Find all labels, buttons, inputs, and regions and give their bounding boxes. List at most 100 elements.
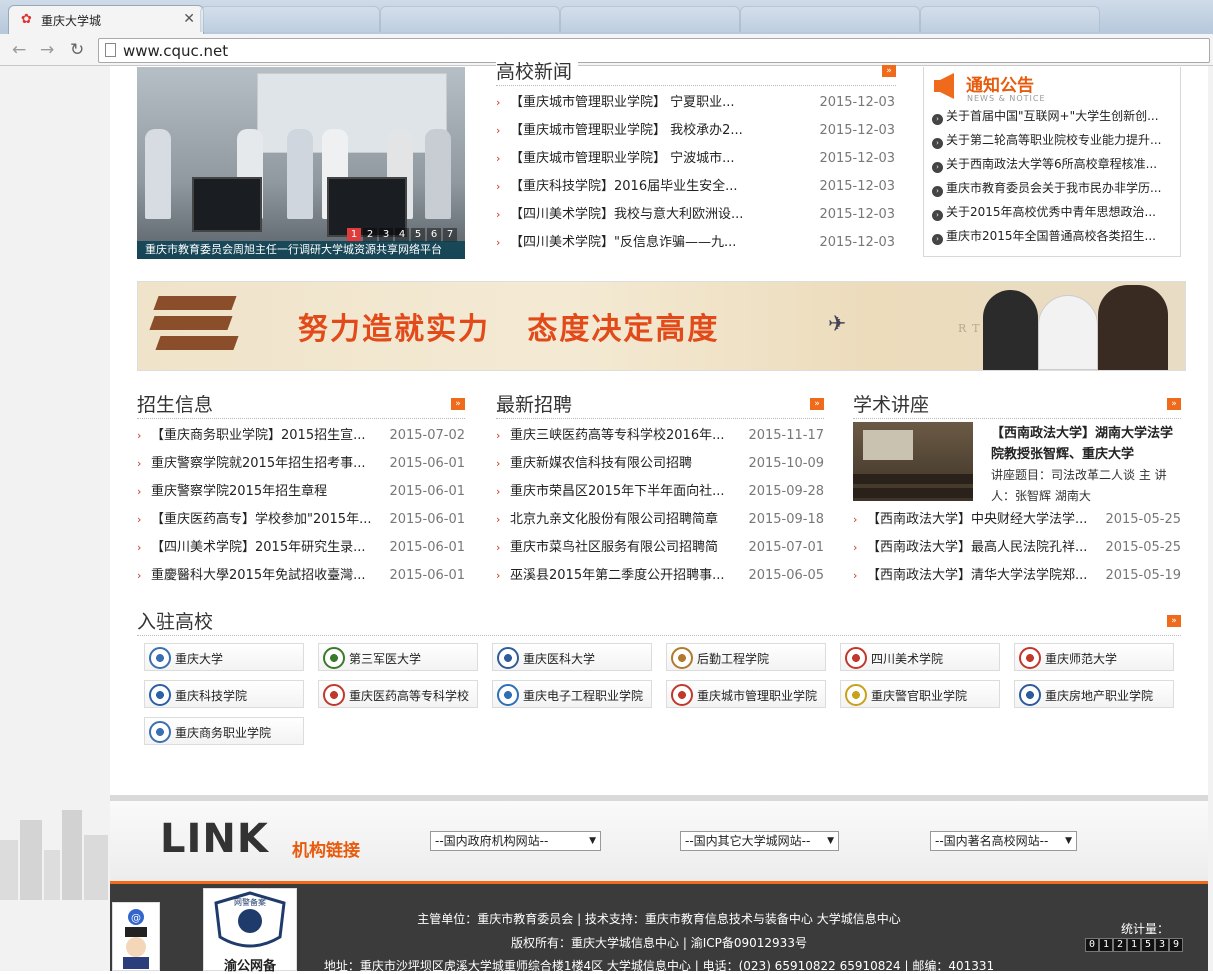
close-tab-icon[interactable]: ✕ bbox=[183, 11, 195, 27]
cyber-police-badge[interactable]: 网警备案 渝公网备 bbox=[203, 888, 297, 974]
list-item[interactable]: › 【西南政法大学】中央财经大学法学... 2015-05-25 bbox=[853, 510, 1181, 530]
notice-title: 通知公告 bbox=[966, 76, 1034, 96]
university-link[interactable]: 后勤工程学院 bbox=[666, 643, 826, 671]
arrow-icon: › bbox=[496, 236, 501, 249]
tab-title: 重庆大学城 bbox=[41, 14, 102, 28]
university-link[interactable]: 第三军医大学 bbox=[318, 643, 478, 671]
bullet-arrow-icon: › bbox=[932, 210, 943, 221]
notice-item[interactable]: › 关于西南政法大学等6所高校章程核准... bbox=[932, 155, 1172, 173]
university-link[interactable]: 四川美术学院 bbox=[840, 643, 1000, 671]
list-item[interactable]: › 【重庆商务职业学院】2015招生宣... 2015-07-02 bbox=[137, 426, 465, 446]
jobs-more-icon[interactable]: » bbox=[810, 398, 824, 410]
slide-page-1[interactable]: 1 bbox=[347, 228, 361, 242]
notice-item[interactable]: › 关于2015年高校优秀中青年思想政治... bbox=[932, 203, 1172, 221]
lectures-title: 学术讲座 bbox=[853, 393, 936, 417]
list-item[interactable]: › 重庆市菜鸟社区服务有限公司招聘简 2015-07-01 bbox=[496, 538, 824, 558]
admissions-more-icon[interactable]: » bbox=[451, 398, 465, 410]
slide-page-2[interactable]: 2 bbox=[363, 228, 377, 242]
university-name: 四川美术学院 bbox=[871, 652, 944, 666]
notice-item[interactable]: › 关于首届中国"互联网+"大学生创新创... bbox=[932, 107, 1172, 125]
arrow-icon: › bbox=[496, 96, 501, 109]
slide-page-4[interactable]: 4 bbox=[395, 228, 409, 242]
background-tab[interactable] bbox=[740, 6, 920, 32]
universities-header: 入驻高校 » bbox=[137, 610, 1181, 636]
lectures-more-icon[interactable]: » bbox=[1167, 398, 1181, 410]
university-link[interactable]: 重庆医科大学 bbox=[492, 643, 652, 671]
other-univ-city-select[interactable]: --国内其它大学城网站-- ▼ bbox=[680, 831, 839, 851]
arrow-icon: › bbox=[496, 541, 501, 554]
jobs-list: › 重庆三峡医药高等专科学校2016年... 2015-11-17 › 重庆新媒农信科… bbox=[496, 426, 824, 586]
slide-page-7[interactable]: 7 bbox=[443, 228, 457, 242]
university-link[interactable]: 重庆警官职业学院 bbox=[840, 680, 1000, 708]
universities-more-icon[interactable]: » bbox=[1167, 615, 1181, 627]
notice-item[interactable]: › 关于第二轮高等职业院校专业能力提升... bbox=[932, 131, 1172, 149]
signpost-arrow bbox=[149, 316, 233, 330]
list-item[interactable]: › 北京九亲文化股份有限公司招聘简章 2015-09-18 bbox=[496, 510, 824, 530]
list-item[interactable]: › 【重庆医药高专】学校参加"2015年... 2015-06-01 bbox=[137, 510, 465, 530]
visit-counter: 0 1 2 1 5 3 9 bbox=[1085, 938, 1183, 952]
list-item[interactable]: › 【重庆城市管理职业学院】 我校承办2... 2015-12-03 bbox=[496, 121, 895, 141]
back-icon[interactable]: ← bbox=[12, 40, 26, 60]
notice-item[interactable]: › 重庆市教育委员会关于我市民办非学历... bbox=[932, 179, 1172, 197]
notice-item[interactable]: › 重庆市2015年全国普通高校各类招生... bbox=[932, 227, 1172, 245]
reload-icon[interactable]: ↻ bbox=[70, 40, 84, 60]
list-item[interactable]: › 【西南政法大学】清华大学法学院郑... 2015-05-19 bbox=[853, 566, 1181, 586]
background-tab[interactable] bbox=[380, 6, 560, 32]
university-logo-icon bbox=[1019, 647, 1041, 669]
lecture-featured[interactable]: 【西南政法大学】湖南大学法学院教授张智辉、重庆大学 讲座题目：司法改革二人谈 主… bbox=[991, 423, 1181, 507]
arrow-icon: › bbox=[853, 513, 858, 526]
slide-monitor bbox=[192, 177, 262, 232]
lecture-featured-title: 【西南政法大学】湖南大学法学院教授张智辉、重庆大学 bbox=[991, 426, 1174, 462]
list-item[interactable]: › 【四川美术学院】2015年研究生录... 2015-06-01 bbox=[137, 538, 465, 558]
list-item[interactable]: › 重庆三峡医药高等专科学校2016年... 2015-11-17 bbox=[496, 426, 824, 446]
university-link[interactable]: 重庆商务职业学院 bbox=[144, 717, 304, 745]
background-tab[interactable] bbox=[920, 6, 1100, 32]
svg-text:网警备案: 网警备案 bbox=[234, 897, 266, 907]
list-item[interactable]: › 【重庆城市管理职业学院】 宁波城市... 2015-12-03 bbox=[496, 149, 895, 169]
background-tab[interactable] bbox=[560, 6, 740, 32]
dropdown-arrow-icon: ▼ bbox=[827, 836, 834, 846]
list-item[interactable]: › 巫溪县2015年第二季度公开招聘事... 2015-06-05 bbox=[496, 566, 824, 586]
university-logo-icon bbox=[323, 647, 345, 669]
counter-digit: 9 bbox=[1169, 938, 1183, 952]
university-link[interactable]: 重庆城市管理职业学院 bbox=[666, 680, 826, 708]
police-badge-icon[interactable]: @ bbox=[112, 902, 160, 971]
audience-row bbox=[853, 474, 973, 484]
list-item[interactable]: › 【四川美术学院】我校与意大利欧洲设... 2015-12-03 bbox=[496, 205, 895, 225]
banner-student bbox=[1038, 295, 1098, 370]
lecture-photo[interactable] bbox=[853, 422, 973, 501]
slide-page-5[interactable]: 5 bbox=[411, 228, 425, 242]
news-slideshow[interactable]: 1 2 3 4 5 6 7 重庆市教育委员会周旭主任一行调研大学城资源共享网络平… bbox=[137, 67, 465, 259]
university-link[interactable]: 重庆科技学院 bbox=[144, 680, 304, 708]
forward-icon[interactable]: → bbox=[40, 40, 54, 60]
list-item[interactable]: › 重庆警察学院2015年招生章程 2015-06-01 bbox=[137, 482, 465, 502]
slogan-banner[interactable]: 努力造就实力 态度决定高度 ✈ RTH AMERICA bbox=[137, 281, 1186, 371]
university-link[interactable]: 重庆电子工程职业学院 bbox=[492, 680, 652, 708]
list-item[interactable]: › 【四川美术学院】"反信息诈骗——九... 2015-12-03 bbox=[496, 233, 895, 253]
famous-univ-select[interactable]: --国内著名高校网站-- ▼ bbox=[930, 831, 1077, 851]
background-tab[interactable] bbox=[200, 6, 380, 32]
gov-sites-select[interactable]: --国内政府机构网站-- ▼ bbox=[430, 831, 601, 851]
list-item[interactable]: › 重庆警察学院就2015年招生招考事... 2015-06-01 bbox=[137, 454, 465, 474]
university-name: 重庆科技学院 bbox=[175, 689, 248, 703]
list-item[interactable]: › 【重庆城市管理职业学院】 宁夏职业... 2015-12-03 bbox=[496, 93, 895, 113]
arrow-icon: › bbox=[496, 457, 501, 470]
page-icon bbox=[105, 43, 116, 57]
university-link[interactable]: 重庆师范大学 bbox=[1014, 643, 1174, 671]
university-link[interactable]: 重庆大学 bbox=[144, 643, 304, 671]
news-more-icon[interactable]: » bbox=[882, 65, 896, 77]
shield-icon: 网警备案 bbox=[214, 891, 286, 948]
university-link[interactable]: 重庆医药高等专科学校 bbox=[318, 680, 478, 708]
university-link[interactable]: 重庆房地产职业学院 bbox=[1014, 680, 1174, 708]
list-item[interactable]: › 【重庆科技学院】2016届毕业生安全... 2015-12-03 bbox=[496, 177, 895, 197]
slide-page-6[interactable]: 6 bbox=[427, 228, 441, 242]
list-item[interactable]: › 【西南政法大学】最高人民法院孔祥... 2015-05-25 bbox=[853, 538, 1181, 558]
arrow-icon: › bbox=[137, 457, 142, 470]
list-item[interactable]: › 重庆新媒农信科技有限公司招聘 2015-10-09 bbox=[496, 454, 824, 474]
slide-person bbox=[145, 129, 171, 219]
slide-page-3[interactable]: 3 bbox=[379, 228, 393, 242]
slide-caption[interactable]: 重庆市教育委员会周旭主任一行调研大学城资源共享网络平台 bbox=[137, 241, 465, 259]
browser-tab[interactable]: ✿ 重庆大学城 ✕ bbox=[8, 5, 204, 34]
list-item[interactable]: › 重慶醫科大學2015年免試招收臺灣... 2015-06-01 bbox=[137, 566, 465, 586]
list-item[interactable]: › 重庆市荣昌区2015年下半年面向社... 2015-09-28 bbox=[496, 482, 824, 502]
